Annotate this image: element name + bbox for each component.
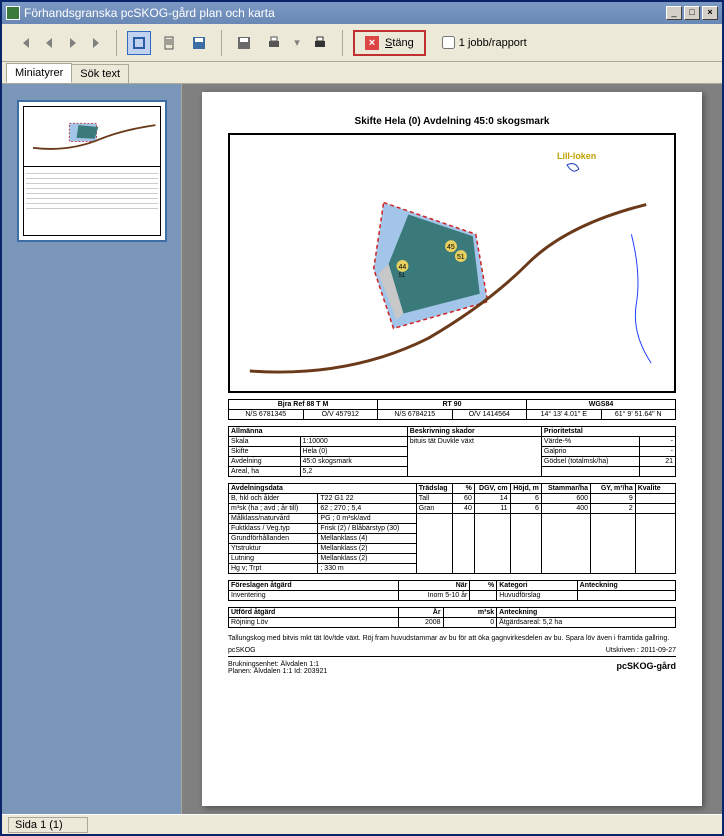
- svg-text:44: 44: [398, 264, 406, 271]
- footer-app: pcSKOG: [228, 647, 256, 654]
- note-text: Tallungskog med bitvis mkt tät löv/tde v…: [228, 634, 676, 643]
- map-label: Lill-loken: [557, 151, 596, 161]
- status-bar: Sida 1 (1): [2, 814, 722, 834]
- page-title: Skifte Hela (0) Avdelning 45:0 skogsmark: [228, 116, 676, 127]
- one-job-checkbox[interactable]: 1 jobb/rapport: [442, 36, 527, 49]
- separator: [342, 30, 343, 56]
- print-dropdown-button[interactable]: ▾: [292, 34, 302, 52]
- separator: [221, 30, 222, 56]
- utfort-table: Utförd åtgärd År m³sk Anteckning Röjning…: [228, 607, 676, 628]
- print-button[interactable]: [308, 31, 332, 55]
- svg-text:45: 45: [447, 244, 455, 251]
- tab-thumbnails[interactable]: Miniatyrer: [6, 63, 72, 83]
- view-page-button[interactable]: [157, 31, 181, 55]
- tab-strip: Miniatyrer Sök text: [2, 62, 722, 84]
- window-title: Förhandsgranska pcSKOG-gård plan och kar…: [24, 6, 275, 20]
- footer-brand: pcSKOG-gård: [616, 661, 676, 675]
- separator: [116, 30, 117, 56]
- one-job-label: 1 jobb/rapport: [459, 37, 527, 49]
- print-setup-button[interactable]: [262, 31, 286, 55]
- toolbar: ▾ × Stäng 1 jobb/rapport: [2, 24, 722, 62]
- save-as-button[interactable]: [232, 31, 256, 55]
- page-thumbnail-1[interactable]: [17, 100, 167, 242]
- thumbnails-sidebar: [2, 84, 182, 814]
- page-viewer[interactable]: Skifte Hela (0) Avdelning 45:0 skogsmark…: [182, 84, 722, 814]
- status-page: Sida 1 (1): [8, 817, 88, 833]
- foreslaget-table: Föreslagen åtgärd När % Kategori Anteckn…: [228, 580, 676, 601]
- svg-text:51: 51: [398, 273, 405, 279]
- footer-plan: Planen: Älvdalen 1:1 Id: 203921: [228, 668, 327, 675]
- next-page-button[interactable]: [64, 34, 82, 52]
- maximize-button[interactable]: [684, 6, 700, 20]
- svg-text:51: 51: [457, 254, 465, 261]
- first-page-button[interactable]: [16, 34, 34, 52]
- footer-printed: Utskriven : 2011-09-27: [606, 647, 676, 654]
- last-page-button[interactable]: [88, 34, 106, 52]
- close-icon: ×: [365, 36, 379, 50]
- coord-table: Bjra Ref 88 T M RT 90 WGS84 N/S 6781345 …: [228, 399, 676, 420]
- view-thumbnail-button[interactable]: [127, 31, 151, 55]
- map-box: 45 51 44 51 Lill-loken: [228, 133, 676, 393]
- general-table: Allmänna Beskrivning skador Prioritetsta…: [228, 426, 676, 477]
- prev-page-button[interactable]: [40, 34, 58, 52]
- preview-page: Skifte Hela (0) Avdelning 45:0 skogsmark…: [202, 92, 702, 806]
- window-close-button[interactable]: [702, 6, 718, 20]
- title-bar: Förhandsgranska pcSKOG-gård plan och kar…: [2, 2, 722, 24]
- tab-search[interactable]: Sök text: [71, 64, 129, 83]
- minimize-button[interactable]: [666, 6, 682, 20]
- save-button[interactable]: [187, 31, 211, 55]
- avd-table: Avdelningsdata Trädslag % DGV, cm Höjd, …: [228, 483, 676, 574]
- close-preview-button[interactable]: × Stäng: [353, 30, 426, 56]
- app-icon: [6, 6, 20, 20]
